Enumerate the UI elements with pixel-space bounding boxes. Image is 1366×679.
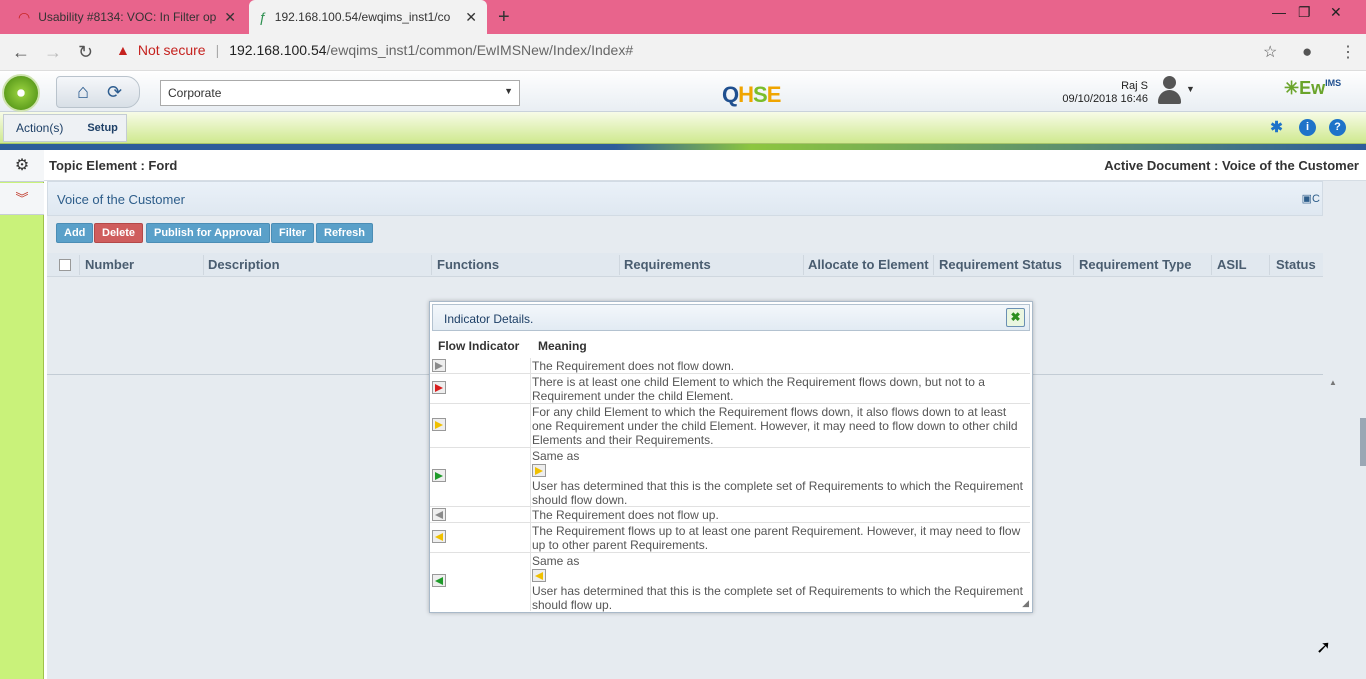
- user-info: Raj S 09/10/2018 16:46: [1040, 80, 1148, 106]
- tab-title: 192.168.100.54/ewqims_inst1/co: [274, 10, 451, 24]
- browser-tab-bar: ◠ Usability #8134: VOC: In Filter op ✕ ƒ…: [0, 0, 1366, 34]
- org-select[interactable]: Corporate ▼: [160, 80, 520, 106]
- refresh-icon[interactable]: ⟳: [107, 82, 122, 103]
- window-close-icon[interactable]: ✕: [1330, 4, 1342, 21]
- yellow-left-flag-icon: [532, 569, 546, 583]
- forward-icon[interactable]: →: [44, 42, 62, 63]
- yellow-right-flag-icon: [432, 418, 446, 431]
- pin-icon[interactable]: ✱: [1268, 119, 1285, 136]
- col-req-status[interactable]: Requirement Status: [939, 257, 1062, 272]
- col-meaning: Meaning: [538, 339, 587, 353]
- list-item: The Requirement does not flow down.: [430, 358, 1030, 374]
- dialog-close-button[interactable]: ✖: [1006, 308, 1025, 327]
- col-number[interactable]: Number: [85, 257, 134, 272]
- tab-favicon-icon: ◠: [18, 8, 31, 25]
- url-path: /ewqims_inst1/common/EwIMSNew/Index/Inde…: [326, 42, 634, 58]
- restore-icon[interactable]: ❐: [1298, 4, 1311, 21]
- help-icon[interactable]: ?: [1329, 119, 1346, 136]
- yellow-left-flag-icon: [432, 530, 446, 543]
- new-tab-icon[interactable]: +: [498, 6, 510, 29]
- red-right-flag-icon: [432, 381, 446, 394]
- yellow-right-flag-icon: [532, 464, 546, 478]
- green-right-flag-icon: [432, 469, 446, 482]
- list-item: Same as User has determined that this is…: [430, 448, 1030, 507]
- filter-button[interactable]: Filter: [271, 223, 314, 243]
- mouse-cursor-icon: ➚: [1316, 637, 1332, 657]
- add-button[interactable]: Add: [56, 223, 94, 243]
- avatar[interactable]: [1156, 76, 1182, 106]
- dialog-title: Indicator Details.: [444, 312, 534, 326]
- scroll-up-icon[interactable]: ▲: [1329, 378, 1337, 387]
- grid-header: Number Description Functions Requirement…: [47, 253, 1323, 277]
- page-scrollbar-thumb[interactable]: [1360, 418, 1366, 466]
- qhse-logo: QHSE: [722, 82, 781, 107]
- refresh-button[interactable]: Refresh: [316, 223, 373, 243]
- account-icon[interactable]: ●: [1302, 42, 1312, 62]
- col-req-type[interactable]: Requirement Type: [1079, 257, 1191, 272]
- browser-tab-usability[interactable]: ◠ Usability #8134: VOC: In Filter op ✕: [8, 0, 246, 34]
- grid-toolbar: Add Delete Publish for Approval Filter R…: [47, 216, 1323, 253]
- tab-close-icon[interactable]: ✕: [224, 9, 236, 26]
- active-document: Active Document : Voice of the Customer: [1104, 158, 1359, 173]
- left-rail: ⚙ ︾: [0, 150, 44, 679]
- green-left-flag-icon: [432, 574, 446, 587]
- reload-icon[interactable]: ↻: [78, 42, 93, 63]
- col-functions[interactable]: Functions: [437, 257, 499, 272]
- back-icon[interactable]: ←: [12, 42, 30, 63]
- menu-setup[interactable]: Setup: [75, 122, 130, 134]
- list-item: The Requirement does not flow up.: [430, 507, 1030, 523]
- delete-button[interactable]: Delete: [94, 223, 144, 243]
- col-requirements[interactable]: Requirements: [624, 257, 711, 272]
- address-bar: ← → ↻ ▲ Not secure | 192.168.100.54 /ewq…: [0, 34, 1366, 71]
- col-flow-indicator: Flow Indicator: [438, 339, 520, 353]
- list-item: For any child Element to which the Requi…: [430, 404, 1030, 448]
- url-host: 192.168.100.54: [229, 42, 327, 58]
- gear-icon[interactable]: ⚙: [0, 150, 44, 182]
- grey-left-flag-icon: [432, 508, 446, 521]
- url-field[interactable]: ▲ Not secure | 192.168.100.54 /ewqims_in…: [116, 42, 633, 58]
- topic-bar: Topic Element : Ford Active Document : V…: [44, 150, 1366, 181]
- publish-button[interactable]: Publish for Approval: [146, 223, 270, 243]
- list-item: The Requirement flows up to at least one…: [430, 523, 1030, 553]
- user-menu-chevron-icon[interactable]: ▼: [1186, 84, 1195, 94]
- app-logo-icon[interactable]: [2, 74, 40, 112]
- menu-bar: Action(s) Setup ✱ i ?: [0, 112, 1366, 144]
- warning-icon: ▲: [116, 42, 130, 58]
- dialog-titlebar[interactable]: Indicator Details. ✖: [432, 304, 1030, 331]
- user-datetime: 09/10/2018 16:46: [1062, 93, 1148, 105]
- scrollbar[interactable]: ▲: [1325, 376, 1341, 679]
- broken-image-icon[interactable]: ▣C: [1302, 192, 1320, 205]
- info-icon[interactable]: i: [1299, 119, 1316, 136]
- home-icon[interactable]: ⌂: [77, 81, 89, 104]
- grey-right-flag-icon: [432, 359, 446, 372]
- dialog-table-header: Flow Indicator Meaning: [430, 334, 1030, 358]
- tab-favicon-icon: ƒ: [259, 9, 267, 25]
- col-description[interactable]: Description: [208, 257, 280, 272]
- home-refresh-group: ⌂ ⟳: [56, 76, 140, 108]
- minimize-icon[interactable]: —: [1272, 4, 1286, 20]
- list-item: Same as User has determined that this is…: [430, 553, 1030, 612]
- resize-handle-icon[interactable]: ◢: [1022, 598, 1029, 609]
- collapse-chevron-icon[interactable]: ︾: [0, 183, 44, 215]
- panel-title: Voice of the Customer: [57, 192, 185, 207]
- list-item: There is at least one child Element to w…: [430, 374, 1030, 404]
- topic-element: Topic Element : Ford: [49, 158, 178, 173]
- col-allocate[interactable]: Allocate to Element: [808, 257, 929, 272]
- tab-title: Usability #8134: VOC: In Filter op: [38, 10, 217, 24]
- col-status[interactable]: Status: [1276, 257, 1316, 272]
- browser-menu-icon[interactable]: ⋮: [1340, 42, 1356, 62]
- bookmark-star-icon[interactable]: ☆: [1263, 42, 1277, 62]
- col-asil[interactable]: ASIL: [1217, 257, 1247, 272]
- browser-tab-ewqims[interactable]: ƒ 192.168.100.54/ewqims_inst1/co ✕: [249, 0, 487, 34]
- user-name: Raj S: [1121, 80, 1148, 92]
- app-header: ⌂ ⟳ Corporate ▼ QHSE Raj S 09/10/2018 16…: [0, 72, 1366, 112]
- security-label: Not secure: [137, 42, 206, 58]
- indicator-dialog: Indicator Details. ✖ Flow Indicator Mean…: [429, 301, 1033, 613]
- panel-header: Voice of the Customer ▣C: [47, 181, 1323, 216]
- brand-logo: ✳EwIMS: [1284, 78, 1342, 98]
- chevron-down-icon: ▼: [504, 86, 513, 96]
- menu-actions[interactable]: Action(s): [4, 121, 75, 135]
- tab-close-icon[interactable]: ✕: [465, 9, 477, 26]
- select-all-checkbox[interactable]: [59, 259, 71, 271]
